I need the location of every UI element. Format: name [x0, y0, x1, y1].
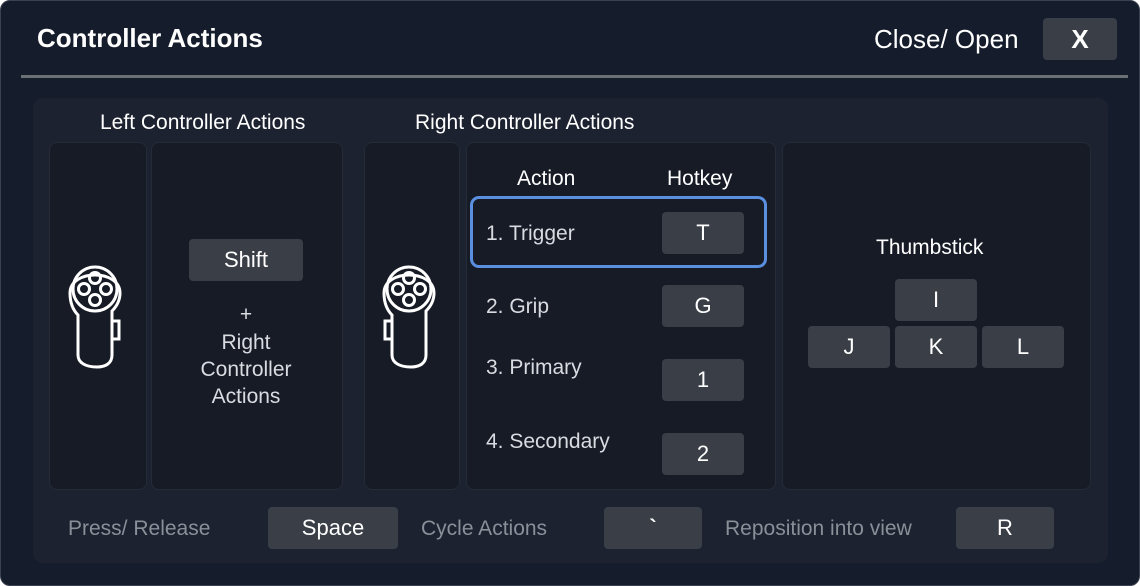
thumbstick-up-key[interactable]: I [895, 279, 977, 321]
grip-hotkey[interactable]: G [662, 285, 744, 327]
press-release-label: Press/ Release [68, 517, 211, 540]
thumbstick-left-key[interactable]: J [808, 326, 890, 368]
action-secondary-label[interactable]: 4. Secondary [486, 430, 610, 454]
close-button[interactable]: X [1043, 18, 1117, 60]
thumbstick-right-key[interactable]: L [982, 326, 1064, 368]
close-open-label: Close/ Open [874, 24, 1019, 54]
trigger-hotkey[interactable]: T [662, 212, 744, 254]
thumbstick-title: Thumbstick [876, 236, 984, 259]
window-title: Controller Actions [37, 23, 263, 53]
hotkey-column-header: Hotkey [667, 167, 733, 190]
right-section-title: Right Controller Actions [415, 111, 635, 134]
secondary-hotkey[interactable]: 2 [662, 433, 744, 475]
action-grip-label[interactable]: 2. Grip [486, 295, 549, 319]
action-primary-label[interactable]: 3. Primary [486, 356, 582, 380]
cycle-actions-label: Cycle Actions [421, 517, 548, 540]
note-line-2: Controller [200, 358, 292, 381]
plus-sign: + [239, 303, 253, 326]
vr-controller-icon [68, 265, 122, 369]
left-controller-card [49, 142, 147, 490]
controller-actions-window: Controller Actions Close/ Open X Left Co… [0, 0, 1140, 586]
space-key[interactable]: Space [268, 507, 398, 549]
shift-key[interactable]: Shift [189, 239, 303, 281]
left-section-title: Left Controller Actions [100, 111, 306, 134]
reposition-key[interactable]: R [956, 507, 1054, 549]
backtick-key[interactable]: ` [604, 507, 702, 549]
reposition-label: Reposition into view [725, 517, 912, 540]
primary-hotkey[interactable]: 1 [662, 359, 744, 401]
header-divider [21, 75, 1128, 78]
note-line-3: Actions [211, 385, 281, 408]
action-trigger-label[interactable]: 1. Trigger [486, 222, 575, 246]
vr-controller-icon [382, 265, 436, 369]
thumbstick-down-key[interactable]: K [895, 326, 977, 368]
right-controller-card [364, 142, 460, 490]
note-line-1: Right [221, 331, 271, 354]
action-column-header: Action [517, 167, 576, 190]
